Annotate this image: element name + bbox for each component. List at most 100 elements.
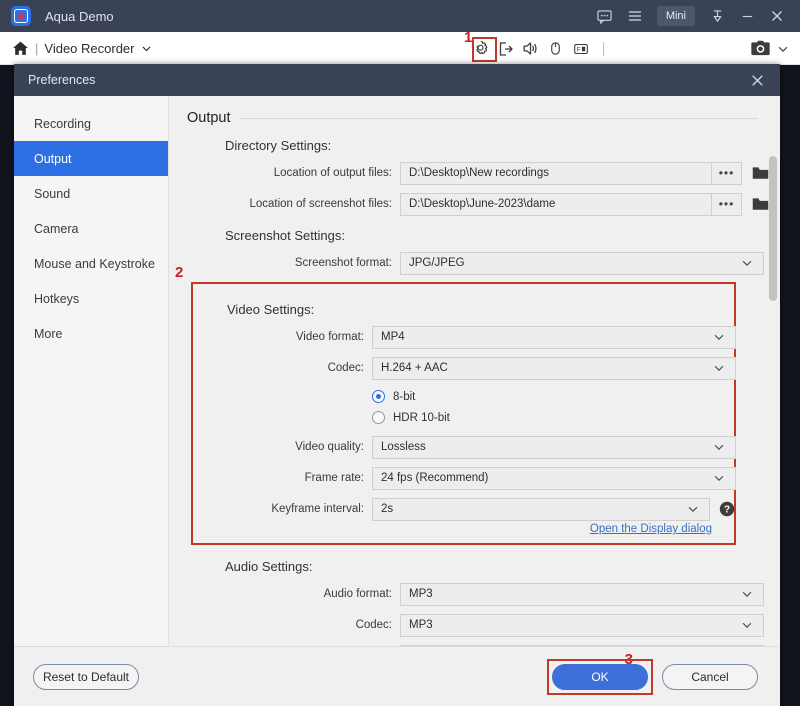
audio-format-value: MP3 [409,588,433,600]
video-quality-value: Lossless [381,441,426,453]
screenshot-format-select[interactable]: JPG/JPEG [400,251,764,275]
export-icon[interactable] [495,38,516,59]
annotation-2: 2 [175,264,184,281]
camera-group[interactable] [750,32,790,65]
window-titlebar: Aqua Demo Mini [0,0,800,32]
svg-text:?: ? [724,505,730,516]
camera-icon[interactable] [750,39,771,58]
preferences-sidebar: Recording Output Sound Camera Mouse and … [14,96,169,646]
audio-format-select[interactable]: MP3 [400,582,764,606]
home-icon[interactable] [12,40,29,57]
sidebar-item-mouse-and-keystroke[interactable]: Mouse and Keystroke [14,246,168,281]
mini-mode-button[interactable]: Mini [656,6,695,26]
reset-to-default-button[interactable]: Reset to Default [33,663,139,690]
preferences-dialog: Preferences Recording Output Sound Camer… [14,64,780,706]
chevron-down-icon[interactable] [776,42,790,56]
frame-rate-row: Frame rate: 24 fps (Recommend) [193,466,736,490]
video-codec-row: Codec: H.264 + AAC [193,356,736,380]
help-circle-icon[interactable]: ? [719,501,735,517]
audio-format-row: Audio format: MP3 [187,582,764,606]
keyframe-interval-row: Keyframe interval: 2s ? [193,497,735,521]
sidebar-item-sound[interactable]: Sound [14,176,168,211]
audio-codec-value: MP3 [409,619,433,631]
screenshot-location-value: D:\Desktop\June-2023\dame [409,198,556,210]
minimize-icon[interactable] [733,3,761,29]
dialog-titlebar: Preferences [14,64,780,96]
chevron-down-icon [712,440,726,454]
open-display-dialog-link[interactable]: Open the Display dialog [590,523,712,535]
record-logo-icon [11,6,31,26]
screenshot-settings-label: Screenshot Settings: [225,228,345,243]
chevron-down-icon [740,618,754,632]
screenshot-browse-button[interactable]: ••• [711,193,741,215]
display-dialog-link-row: Open the Display dialog [193,523,734,535]
frame-rate-select[interactable]: 24 fps (Recommend) [372,466,736,490]
close-icon[interactable] [744,67,770,93]
video-codec-select[interactable]: H.264 + AAC [372,356,736,380]
mouse-icon[interactable] [545,38,566,59]
sidebar-item-output[interactable]: Output [14,141,168,176]
toolbar-icon-group: F [470,32,612,65]
video-format-row: Video format: MP4 [193,325,736,349]
video-codec-value: H.264 + AAC [381,362,448,374]
keyframe-interval-value: 2s [381,503,394,515]
chevron-down-icon[interactable] [140,42,153,55]
sidebar-item-more[interactable]: More [14,316,168,351]
screenshot-format-label: Screenshot format: [294,257,392,269]
svg-text:F: F [576,46,580,53]
app-window: Aqua Demo Mini | Video Recorder F 1 Pref… [0,0,800,706]
output-location-row: Location of output files: D:\Desktop\New… [187,161,769,185]
audio-codec-label: Codec: [355,619,392,631]
annotation-1: 1 [464,29,473,46]
screenshot-format-row: Screenshot format: JPG/JPEG [187,251,764,275]
screenshot-format-value: JPG/JPEG [409,257,465,269]
audio-format-label: Audio format: [323,588,392,600]
chevron-down-icon [686,502,700,516]
chevron-down-icon [740,587,754,601]
video-quality-row: Video quality: Lossless [193,435,736,459]
chevron-down-icon [712,330,726,344]
video-format-select[interactable]: MP4 [372,325,736,349]
radio-hdr-10bit[interactable] [372,411,385,424]
feedback-bubble-icon[interactable] [591,3,619,29]
window-controls: Mini [591,3,800,29]
scrollbar-thumb[interactable] [769,156,777,301]
bit-depth-hdr10-row[interactable]: HDR 10-bit [193,408,734,427]
sidebar-item-recording[interactable]: Recording [14,106,168,141]
screenshot-location-row: Location of screenshot files: D:\Desktop… [187,192,769,216]
frame-rate-label: Frame rate: [304,472,364,484]
cancel-button[interactable]: Cancel [662,663,758,690]
app-title: Aqua Demo [45,8,114,24]
bit-depth-8bit-row[interactable]: 8-bit [193,387,734,406]
video-format-value: MP4 [381,331,405,343]
chevron-down-icon [740,256,754,270]
mode-label: Video Recorder [44,40,135,56]
dialog-body: Recording Output Sound Camera Mouse and … [14,96,780,646]
screenshot-location-input[interactable]: D:\Desktop\June-2023\dame ••• [400,192,742,216]
output-location-input[interactable]: D:\Desktop\New recordings ••• [400,161,742,185]
hamburger-menu-icon[interactable] [621,3,649,29]
output-browse-button[interactable]: ••• [711,162,741,184]
audio-codec-row: Codec: MP3 [187,613,764,637]
mode-toolbar: | Video Recorder F [0,32,800,65]
gear-icon[interactable] [470,38,491,59]
folder-icon[interactable] [752,166,769,181]
fn-key-icon[interactable]: F [570,38,591,59]
sidebar-item-camera[interactable]: Camera [14,211,168,246]
output-settings-panel: Output Directory Settings: Location of o… [169,96,780,646]
speaker-icon[interactable] [520,38,541,59]
chevron-down-icon [712,471,726,485]
frame-rate-value: 24 fps (Recommend) [381,472,489,484]
output-location-label: Location of output files: [273,167,392,179]
keyframe-interval-select[interactable]: 2s [372,497,710,521]
screenshot-location-label: Location of screenshot files: [249,198,392,210]
close-icon[interactable] [763,3,791,29]
sidebar-item-hotkeys[interactable]: Hotkeys [14,281,168,316]
audio-codec-select[interactable]: MP3 [400,613,764,637]
home-group[interactable]: | Video Recorder [12,40,153,57]
radio-8bit[interactable] [372,390,385,403]
video-quality-select[interactable]: Lossless [372,435,736,459]
content-scrollbar[interactable] [769,98,777,646]
pin-icon[interactable] [703,3,731,29]
folder-icon[interactable] [752,197,769,212]
